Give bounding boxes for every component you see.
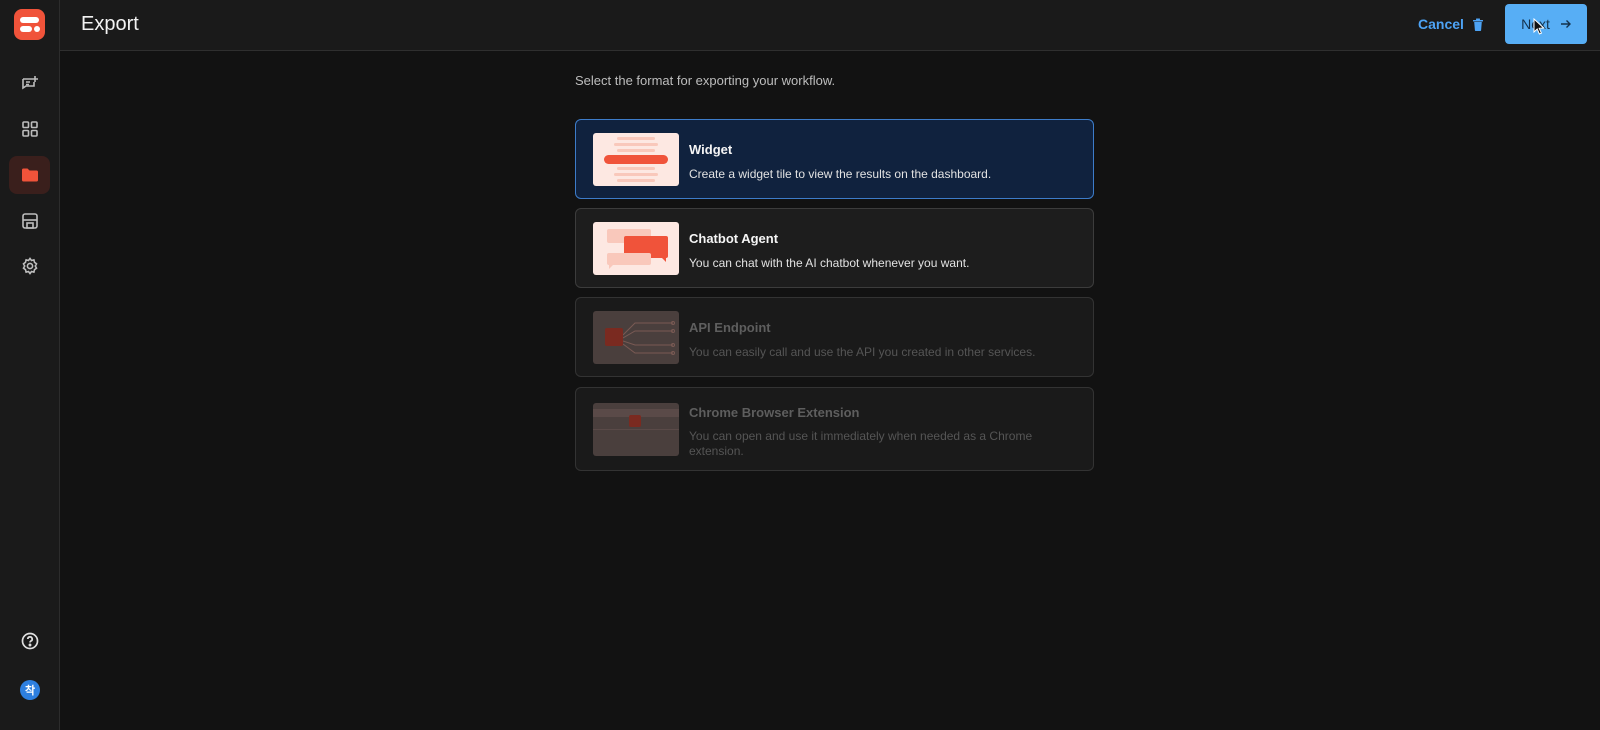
option-title: API Endpoint (689, 320, 771, 335)
page-title: Export (81, 13, 139, 35)
chat-add-icon (21, 76, 38, 90)
sidebar-item-store[interactable] (9, 202, 50, 240)
help-button[interactable] (9, 622, 50, 660)
gear-icon (21, 257, 38, 275)
store-icon (21, 213, 38, 229)
option-description: You can open and use it immediately when… (689, 429, 1033, 458)
grid-icon (21, 121, 38, 137)
sidebar-item-workflows[interactable] (9, 156, 50, 194)
option-title: Chrome Browser Extension (689, 405, 860, 420)
option-chatbot-agent[interactable]: Chatbot Agent You can chat with the AI c… (575, 208, 1094, 288)
help-icon (21, 632, 38, 650)
api-thumbnail (593, 311, 679, 364)
avatar[interactable]: 착 (20, 680, 40, 700)
option-chrome-extension: Chrome Browser Extension You can open an… (575, 387, 1094, 471)
intro-text: Select the format for exporting your wor… (575, 73, 836, 88)
sidebar-item-settings[interactable] (9, 247, 50, 285)
header: Export Cancel Next (60, 0, 1600, 51)
folder-icon (21, 168, 38, 182)
cancel-label: Cancel (1418, 16, 1464, 32)
cancel-button[interactable]: Cancel (1418, 16, 1484, 32)
trash-icon (1472, 18, 1483, 31)
option-api-endpoint: API Endpoint You can easily call and use… (575, 297, 1094, 377)
option-widget[interactable]: Widget Create a widget tile to view the … (575, 119, 1094, 199)
option-description: Create a widget tile to view the results… (689, 167, 992, 181)
sidebar: 착 (0, 0, 60, 730)
option-description: You can chat with the AI chatbot wheneve… (689, 256, 970, 270)
sidebar-item-new-chat[interactable] (9, 65, 50, 103)
chrome-extension-thumbnail (593, 403, 679, 456)
chatbot-thumbnail (593, 222, 679, 275)
arrow-right-icon (1560, 20, 1571, 28)
next-button[interactable]: Next (1505, 4, 1587, 44)
option-title: Widget (689, 142, 733, 157)
option-title: Chatbot Agent (689, 231, 779, 246)
widget-thumbnail (593, 133, 679, 186)
app-logo[interactable] (14, 9, 45, 40)
option-description: You can easily call and use the API you … (689, 345, 1036, 359)
mouse-cursor-icon (1533, 18, 1545, 35)
sidebar-item-dashboard[interactable] (9, 110, 50, 148)
